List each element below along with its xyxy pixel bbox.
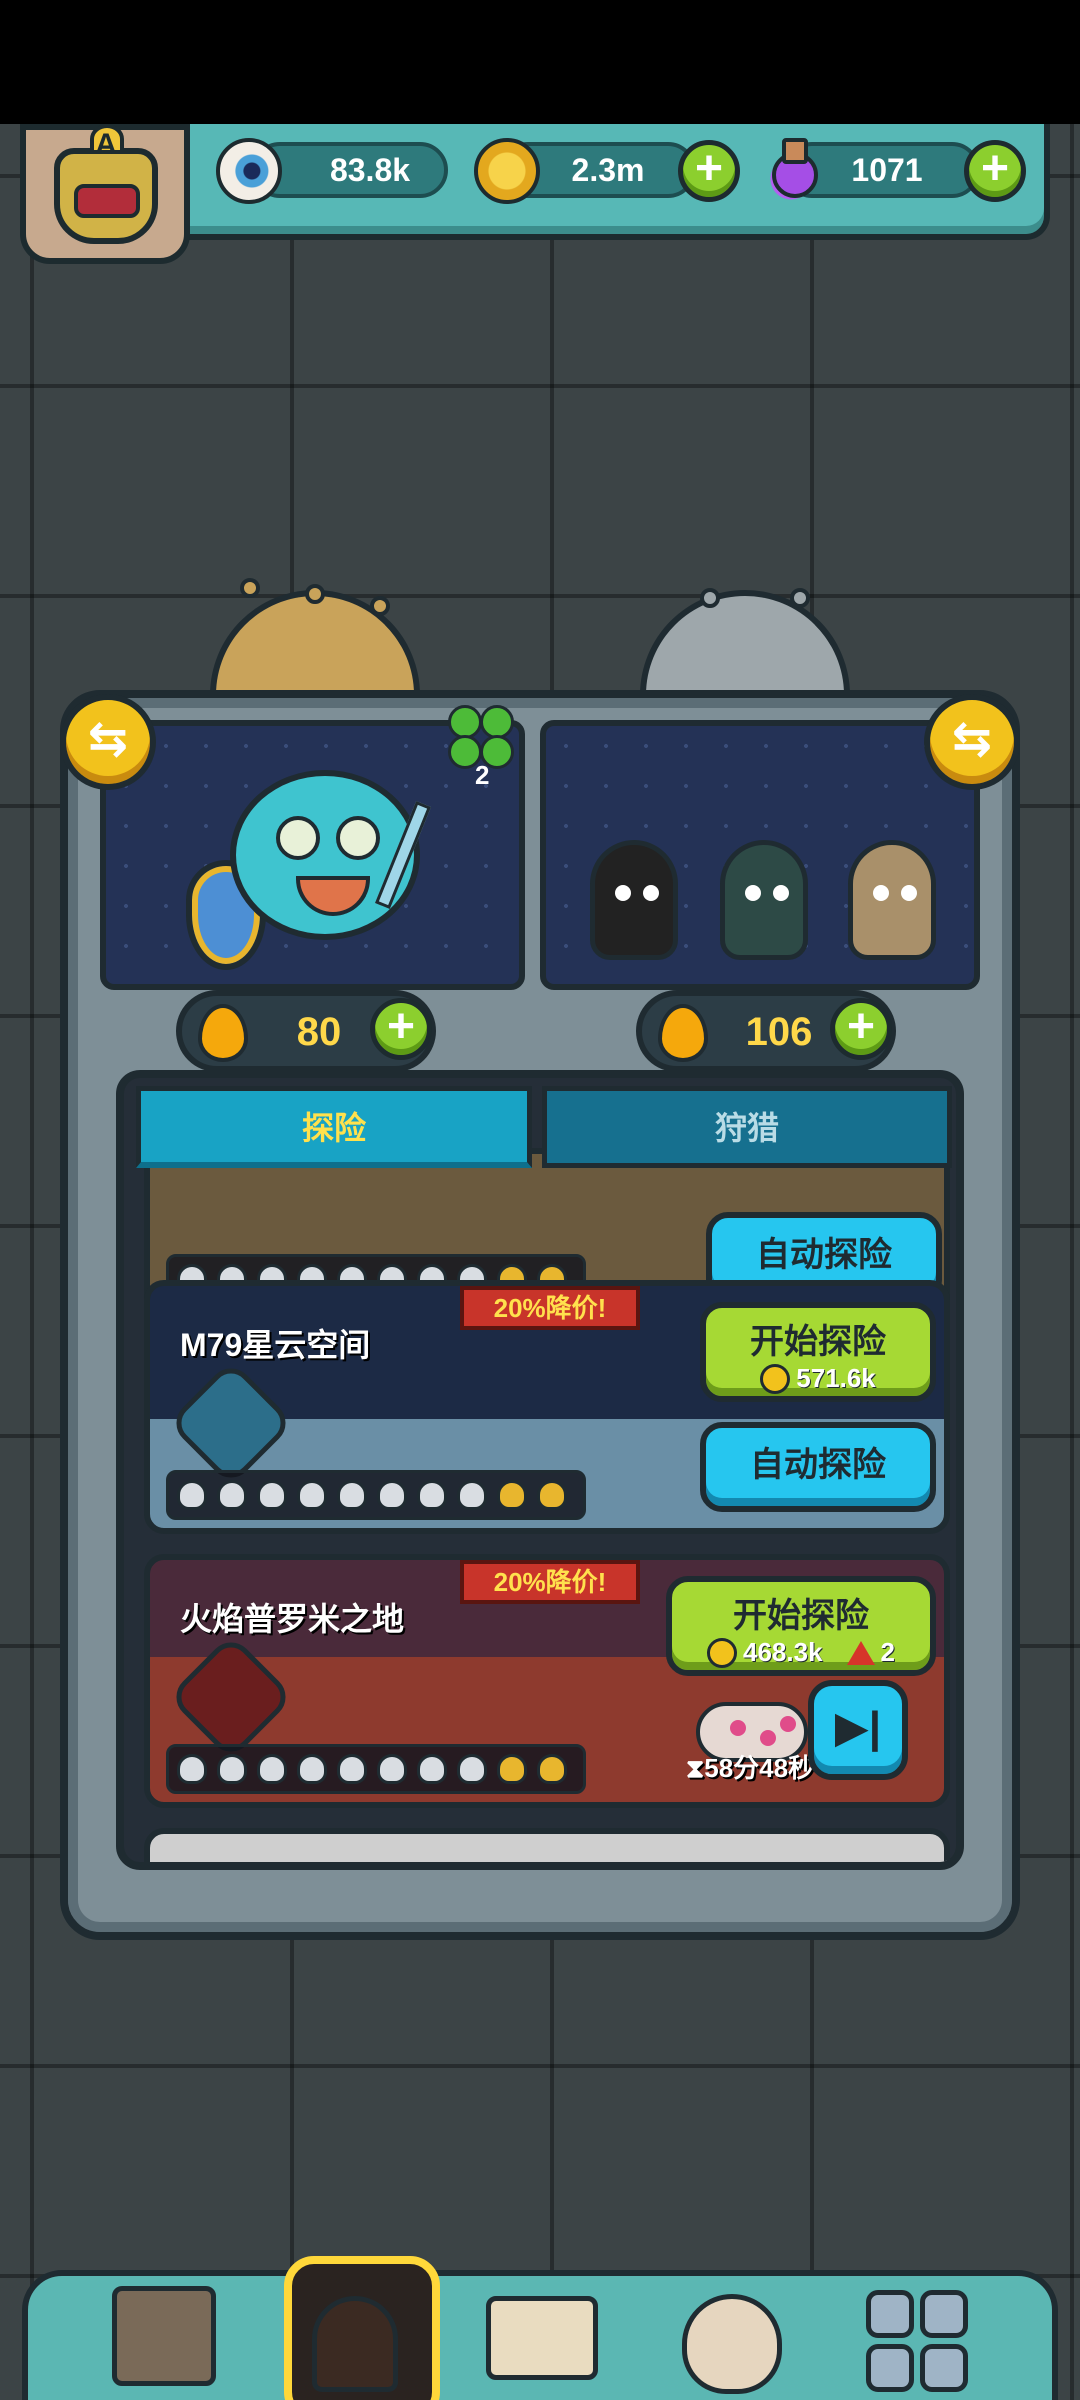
antenna-icon [305,584,325,604]
open-book-icon [486,2296,598,2380]
nav-menu[interactable] [860,2266,990,2396]
nav-expedition[interactable] [284,2256,440,2400]
purple-potion-icon [758,138,824,204]
add-potions-button[interactable]: + [964,140,1026,202]
tab-explore[interactable]: 探险 [136,1086,532,1168]
antenna-icon [370,596,390,616]
antenna-icon [240,578,260,598]
hero-monster[interactable] [230,770,420,940]
monster-cave-icon [312,2296,398,2392]
left-energy-value: 80 [296,1010,342,1054]
tab-hunt[interactable]: 狩猎 [542,1086,952,1168]
potions-value: 1071 [851,151,923,188]
energy-drop-icon [198,1004,248,1062]
status-bar [0,0,1080,124]
expedition-timer: ⧗58分48秒 [686,1753,815,1783]
start-explore-button[interactable]: 开始探险 468.3k 2 [666,1576,936,1676]
swap-right-button[interactable]: ⇆ [924,694,1020,790]
start-explore-button[interactable]: 开始探险 571.6k [700,1302,936,1402]
crest-icon [74,184,140,218]
clover-count: 2 [475,760,490,790]
level-title: 火焰普罗米之地 [180,1601,405,1637]
shop-building-icon [112,2286,216,2386]
level-progress [166,1744,586,1794]
coin-icon [760,1363,791,1394]
skip-button[interactable]: ▶| [808,1680,908,1780]
level-card[interactable] [144,1828,950,1862]
profile-badge[interactable]: A [20,124,190,264]
add-left-energy-button[interactable]: + [370,998,432,1060]
right-energy-value: 106 [745,1010,813,1054]
red-ticket-icon [846,1640,875,1665]
rank-shield-icon: A [54,124,158,244]
coins-value: 2.3m [571,151,645,188]
minion-bandit[interactable] [590,840,678,960]
energy-drop-icon [658,1004,708,1062]
gold-coin-icon [474,138,540,204]
eyes-value: 83.8k [329,151,411,188]
minion-mummy[interactable] [848,840,936,960]
nebula-emblem-icon [167,1359,295,1487]
rank-letter: A [95,128,117,161]
hero-mouth [296,876,370,916]
add-coins-button[interactable]: + [678,140,740,202]
auto-explore-button[interactable]: 自动探险 [700,1422,936,1512]
hero-eye [276,816,320,860]
minion-soldier[interactable] [720,840,808,960]
grid-menu-icon [866,2290,914,2338]
coin-icon [707,1637,737,1668]
money-bag-icon [682,2294,782,2394]
antenna-icon [790,588,810,608]
eyeball-icon [216,138,282,204]
level-progress [166,1470,586,1520]
nav-codex[interactable] [478,2266,608,2396]
flame-emblem-icon [167,1633,295,1761]
level-title: M79星云空间 [180,1327,371,1363]
discount-badge: 20%降价! [460,1560,640,1604]
hero-eye [336,816,380,860]
add-right-energy-button[interactable]: + [830,998,892,1060]
swap-left-button[interactable]: ⇆ [60,694,156,790]
nav-shop[interactable] [100,2266,230,2396]
level-card[interactable]: 20%降价! M79星云空间 开始探险 571.6k 自动探险 [144,1280,950,1534]
antenna-icon [700,588,720,608]
nav-bag[interactable] [668,2266,798,2396]
discount-badge: 20%降价! [460,1286,640,1330]
